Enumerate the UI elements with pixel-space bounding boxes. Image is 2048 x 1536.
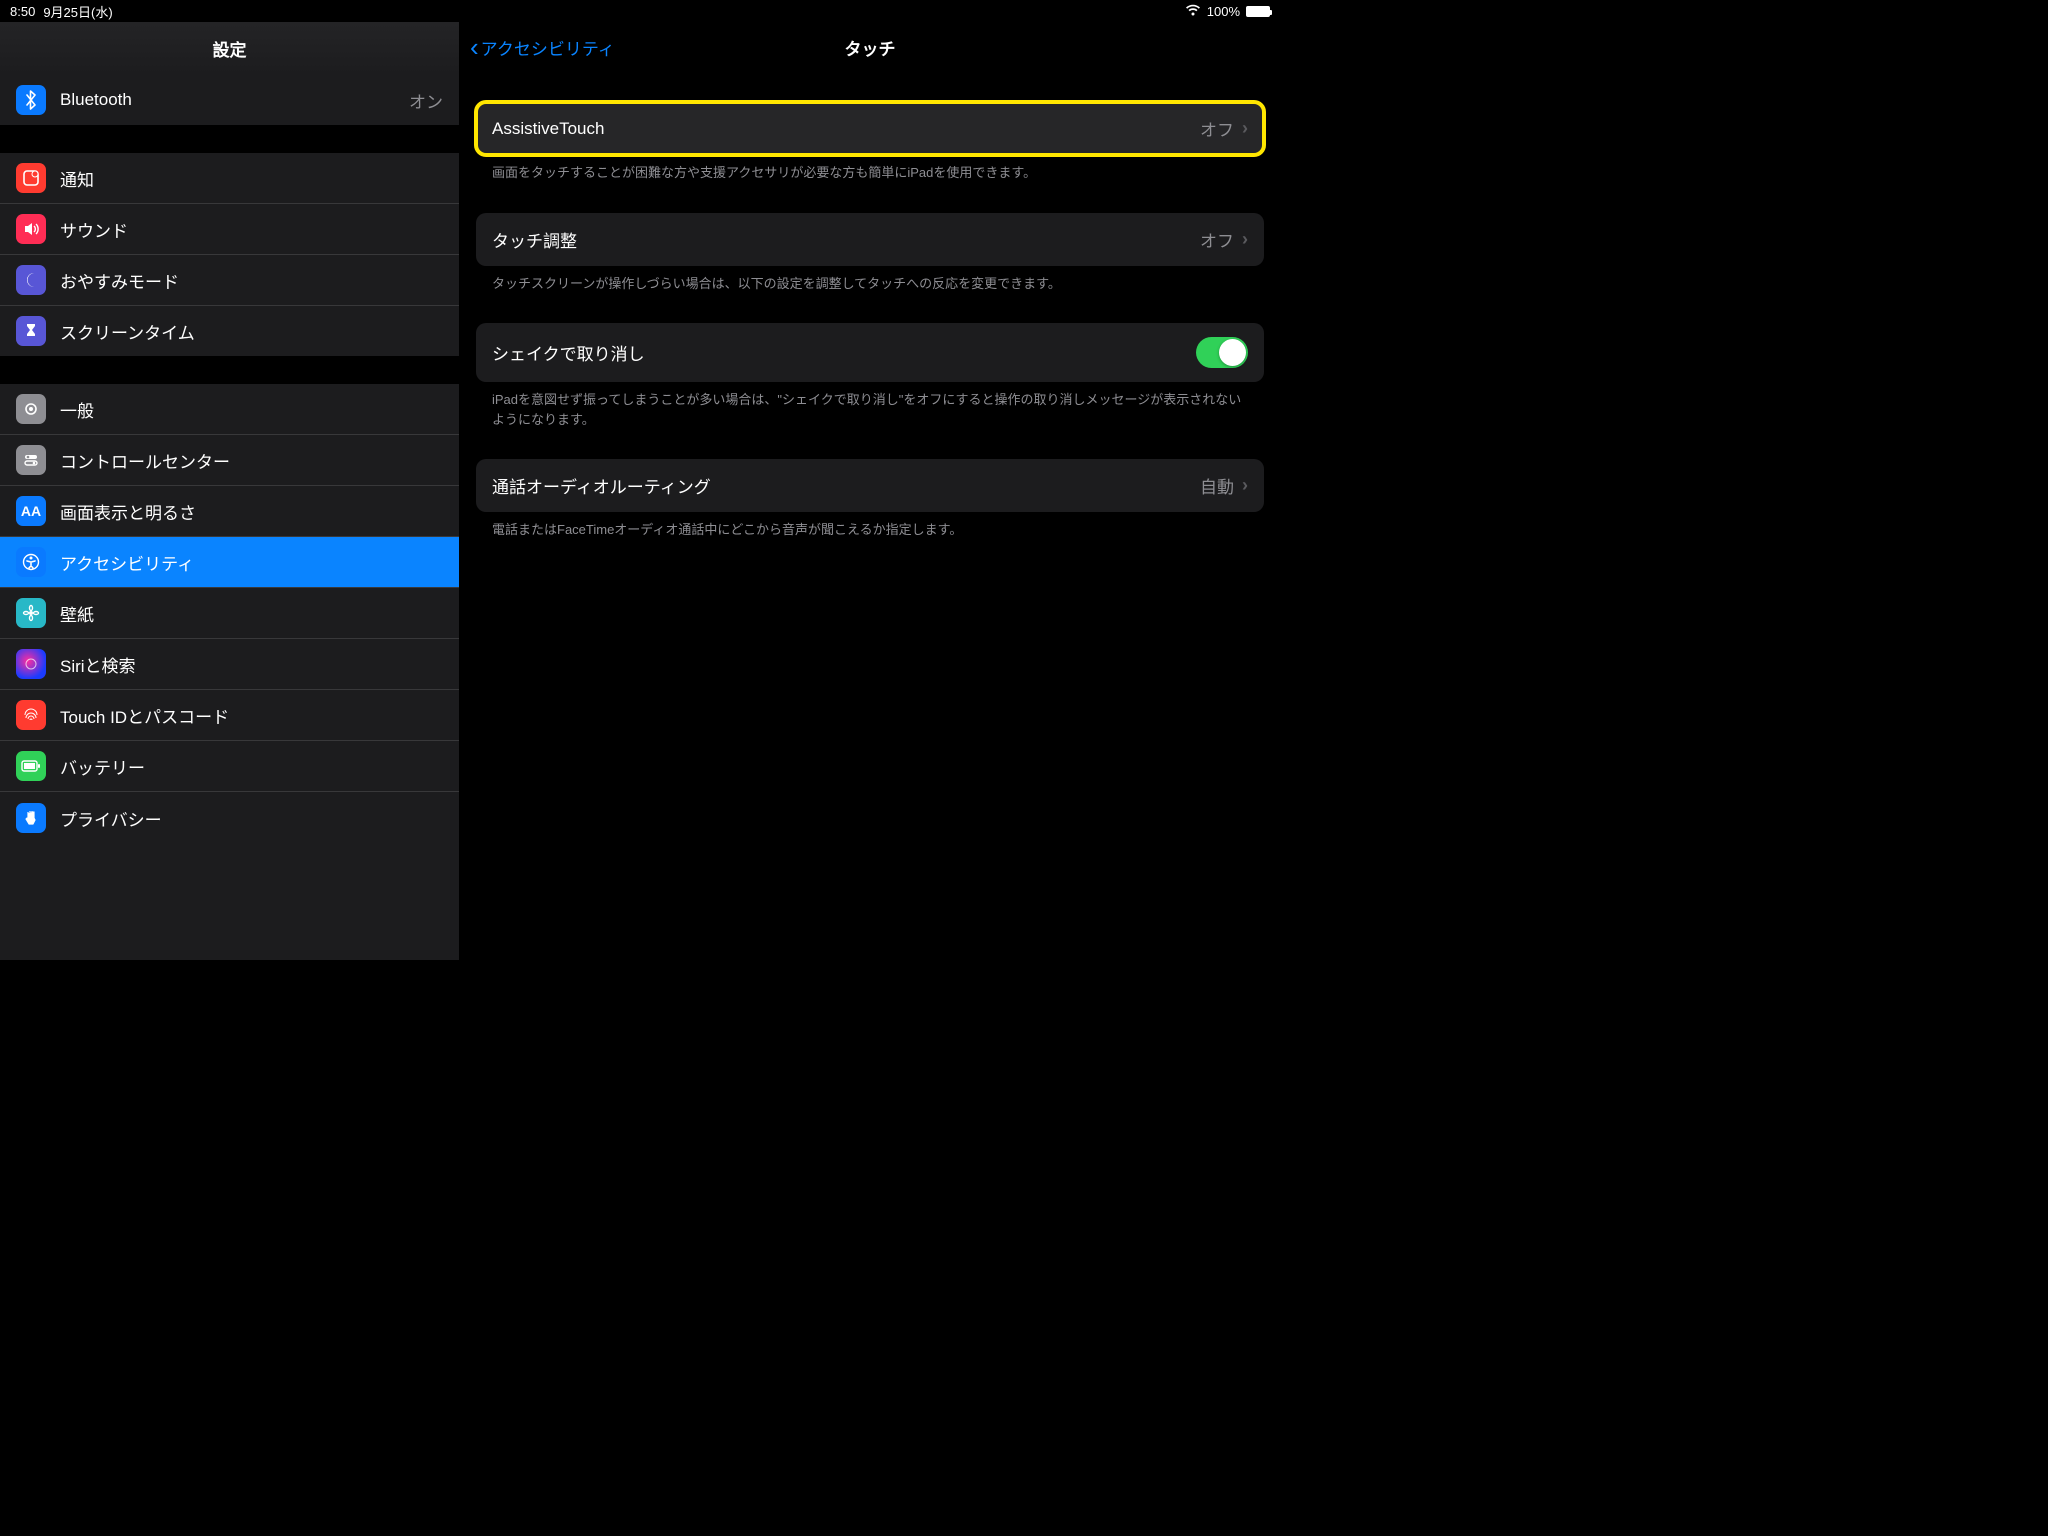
row-value: 自動	[1200, 473, 1234, 498]
flower-icon	[16, 598, 46, 628]
sidebar-item-touchid[interactable]: Touch IDとパスコード	[0, 690, 459, 741]
status-time: 8:50	[10, 4, 35, 19]
sidebar-item-privacy[interactable]: プライバシー	[0, 792, 459, 842]
row-touch-adjustment[interactable]: タッチ調整 オフ ›	[476, 213, 1264, 266]
chevron-right-icon: ›	[1242, 475, 1248, 496]
row-label: タッチ調整	[492, 227, 1200, 252]
toggle-switch[interactable]	[1196, 337, 1248, 368]
sidebar-item-dnd[interactable]: おやすみモード	[0, 255, 459, 306]
row-value: オフ	[1200, 227, 1234, 252]
back-label: アクセシビリティ	[481, 35, 615, 60]
hourglass-icon	[16, 316, 46, 346]
row-value: オフ	[1200, 116, 1234, 141]
detail-navbar: ‹ アクセシビリティ タッチ	[460, 22, 1280, 72]
bluetooth-icon	[16, 85, 46, 115]
chevron-right-icon: ›	[1242, 118, 1248, 139]
sidebar-item-display[interactable]: AA 画面表示と明るさ	[0, 486, 459, 537]
accessibility-icon	[16, 547, 46, 577]
siri-icon	[16, 649, 46, 679]
sidebar-item-value: オン	[409, 88, 443, 113]
toggles-icon	[16, 445, 46, 475]
sidebar-item-general[interactable]: 一般	[0, 384, 459, 435]
status-date: 9月25日(水)	[43, 2, 112, 21]
hand-icon	[16, 803, 46, 833]
battery-icon	[16, 751, 46, 781]
moon-icon	[16, 265, 46, 295]
bell-icon	[16, 163, 46, 193]
sidebar-item-label: Touch IDとパスコード	[60, 703, 443, 728]
sidebar-item-screentime[interactable]: スクリーンタイム	[0, 306, 459, 356]
text-size-icon: AA	[16, 496, 46, 526]
sidebar-item-sounds[interactable]: サウンド	[0, 204, 459, 255]
sidebar-item-label: サウンド	[60, 217, 443, 242]
battery-percent: 100%	[1207, 4, 1240, 19]
row-footer: iPadを意図せず振ってしまうことが多い場合は、"シェイクで取り消し"をオフにす…	[476, 382, 1264, 429]
detail-pane: ‹ アクセシビリティ タッチ AssistiveTouch オフ › 画面をタッ…	[460, 22, 1280, 960]
row-footer: タッチスクリーンが操作しづらい場合は、以下の設定を調整してタッチへの反応を変更で…	[476, 266, 1264, 294]
sidebar-item-label: コントロールセンター	[60, 448, 443, 473]
sidebar-item-label: Bluetooth	[60, 90, 409, 110]
battery-icon	[1246, 6, 1270, 17]
row-footer: 電話またはFaceTimeオーディオ通話中にどこから音声が聞こえるか指定します。	[476, 512, 1264, 540]
row-label: AssistiveTouch	[492, 119, 1200, 139]
speaker-icon	[16, 214, 46, 244]
sidebar: 設定 Bluetooth オン 通知 サウンド	[0, 22, 460, 960]
sidebar-item-label: 壁紙	[60, 601, 443, 626]
sidebar-item-control-center[interactable]: コントロールセンター	[0, 435, 459, 486]
row-footer: 画面をタッチすることが困難な方や支援アクセサリが必要な方も簡単にiPadを使用で…	[476, 155, 1264, 183]
sidebar-item-label: アクセシビリティ	[60, 550, 443, 575]
chevron-right-icon: ›	[1242, 229, 1248, 250]
page-title: タッチ	[845, 35, 896, 60]
sidebar-item-siri[interactable]: Siriと検索	[0, 639, 459, 690]
sidebar-item-notifications[interactable]: 通知	[0, 153, 459, 204]
back-button[interactable]: ‹ アクセシビリティ	[470, 34, 615, 60]
status-bar: 8:50 9月25日(水) 100%	[0, 0, 1280, 22]
row-label: 通話オーディオルーティング	[492, 473, 1200, 498]
row-assistivetouch[interactable]: AssistiveTouch オフ ›	[476, 102, 1264, 155]
sidebar-item-label: スクリーンタイム	[60, 319, 443, 344]
sidebar-item-battery[interactable]: バッテリー	[0, 741, 459, 792]
row-label: シェイクで取り消し	[492, 340, 1196, 365]
sidebar-title: 設定	[0, 22, 459, 75]
sidebar-item-label: バッテリー	[60, 754, 443, 779]
sidebar-item-label: 画面表示と明るさ	[60, 499, 443, 524]
gear-icon	[16, 394, 46, 424]
sidebar-item-label: Siriと検索	[60, 652, 443, 677]
sidebar-item-label: プライバシー	[60, 806, 443, 831]
row-shake-to-undo[interactable]: シェイクで取り消し	[476, 323, 1264, 382]
sidebar-item-wallpaper[interactable]: 壁紙	[0, 588, 459, 639]
row-call-audio-routing[interactable]: 通話オーディオルーティング 自動 ›	[476, 459, 1264, 512]
sidebar-item-label: 通知	[60, 166, 443, 191]
chevron-left-icon: ‹	[470, 34, 479, 60]
sidebar-item-label: 一般	[60, 397, 443, 422]
sidebar-item-accessibility[interactable]: アクセシビリティ	[0, 537, 459, 588]
fingerprint-icon	[16, 700, 46, 730]
wifi-icon	[1185, 3, 1201, 19]
sidebar-item-label: おやすみモード	[60, 268, 443, 293]
sidebar-item-bluetooth[interactable]: Bluetooth オン	[0, 75, 459, 125]
